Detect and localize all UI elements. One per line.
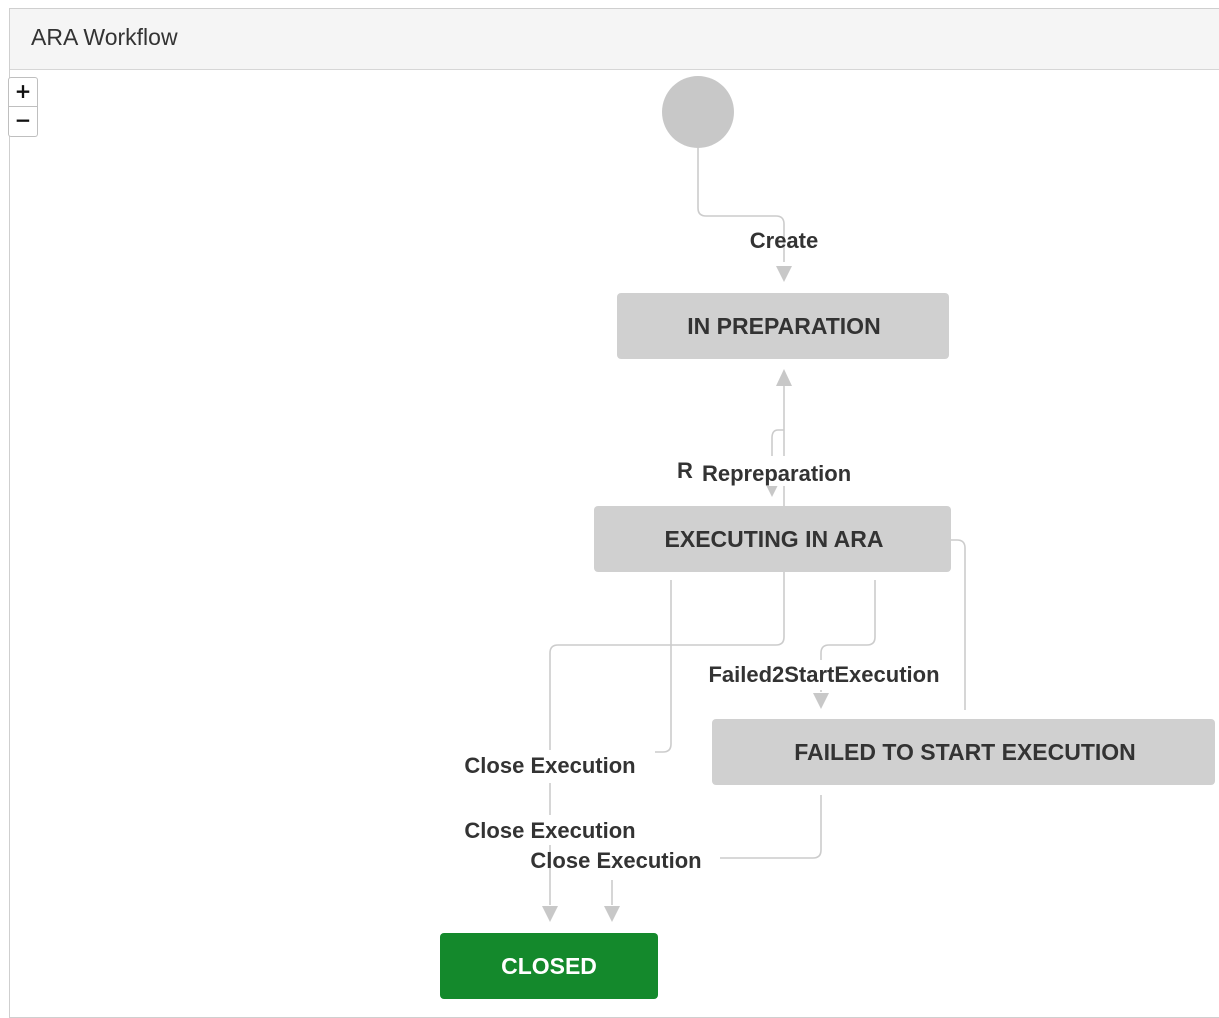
- status-failed-to-start-execution-label: FAILED TO START EXECUTION: [794, 739, 1136, 765]
- zoom-in-button[interactable]: +: [8, 77, 38, 107]
- workflow-diagram: IN PREPARATION EXECUTING IN ARA FAILED T…: [440, 76, 1215, 999]
- transition-create[interactable]: Create: [750, 228, 818, 253]
- edge-executing-right: [951, 539, 966, 710]
- edge-close-execution-mid: [655, 580, 672, 753]
- status-in-preparation[interactable]: IN PREPARATION: [617, 293, 949, 359]
- arrow-create: [776, 266, 792, 282]
- transition-repreparation[interactable]: Repreparation: [702, 461, 851, 486]
- zoom-out-button[interactable]: −: [8, 107, 38, 137]
- transition-close-execution[interactable]: Close Execution: [530, 848, 701, 873]
- arrow-failed-to-start: [813, 693, 829, 709]
- arrow-closed-right: [604, 906, 620, 922]
- transition-repreparation-partial[interactable]: R: [677, 458, 693, 483]
- transition-close-execution[interactable]: Close Execution: [464, 753, 635, 778]
- status-in-preparation-label: IN PREPARATION: [687, 313, 880, 339]
- start-node[interactable]: [662, 76, 734, 148]
- status-closed[interactable]: CLOSED: [440, 933, 658, 999]
- status-executing-in-ara-label: EXECUTING IN ARA: [665, 526, 884, 552]
- status-failed-to-start-execution[interactable]: FAILED TO START EXECUTION: [712, 719, 1215, 785]
- transition-failed2startexecution[interactable]: Failed2StartExecution: [708, 662, 939, 687]
- arrow-in-preparation: [776, 369, 792, 386]
- status-executing-in-ara[interactable]: EXECUTING IN ARA: [594, 506, 951, 572]
- status-closed-label: CLOSED: [501, 953, 597, 979]
- arrow-closed-left: [542, 906, 558, 922]
- transition-close-execution[interactable]: Close Execution: [464, 818, 635, 843]
